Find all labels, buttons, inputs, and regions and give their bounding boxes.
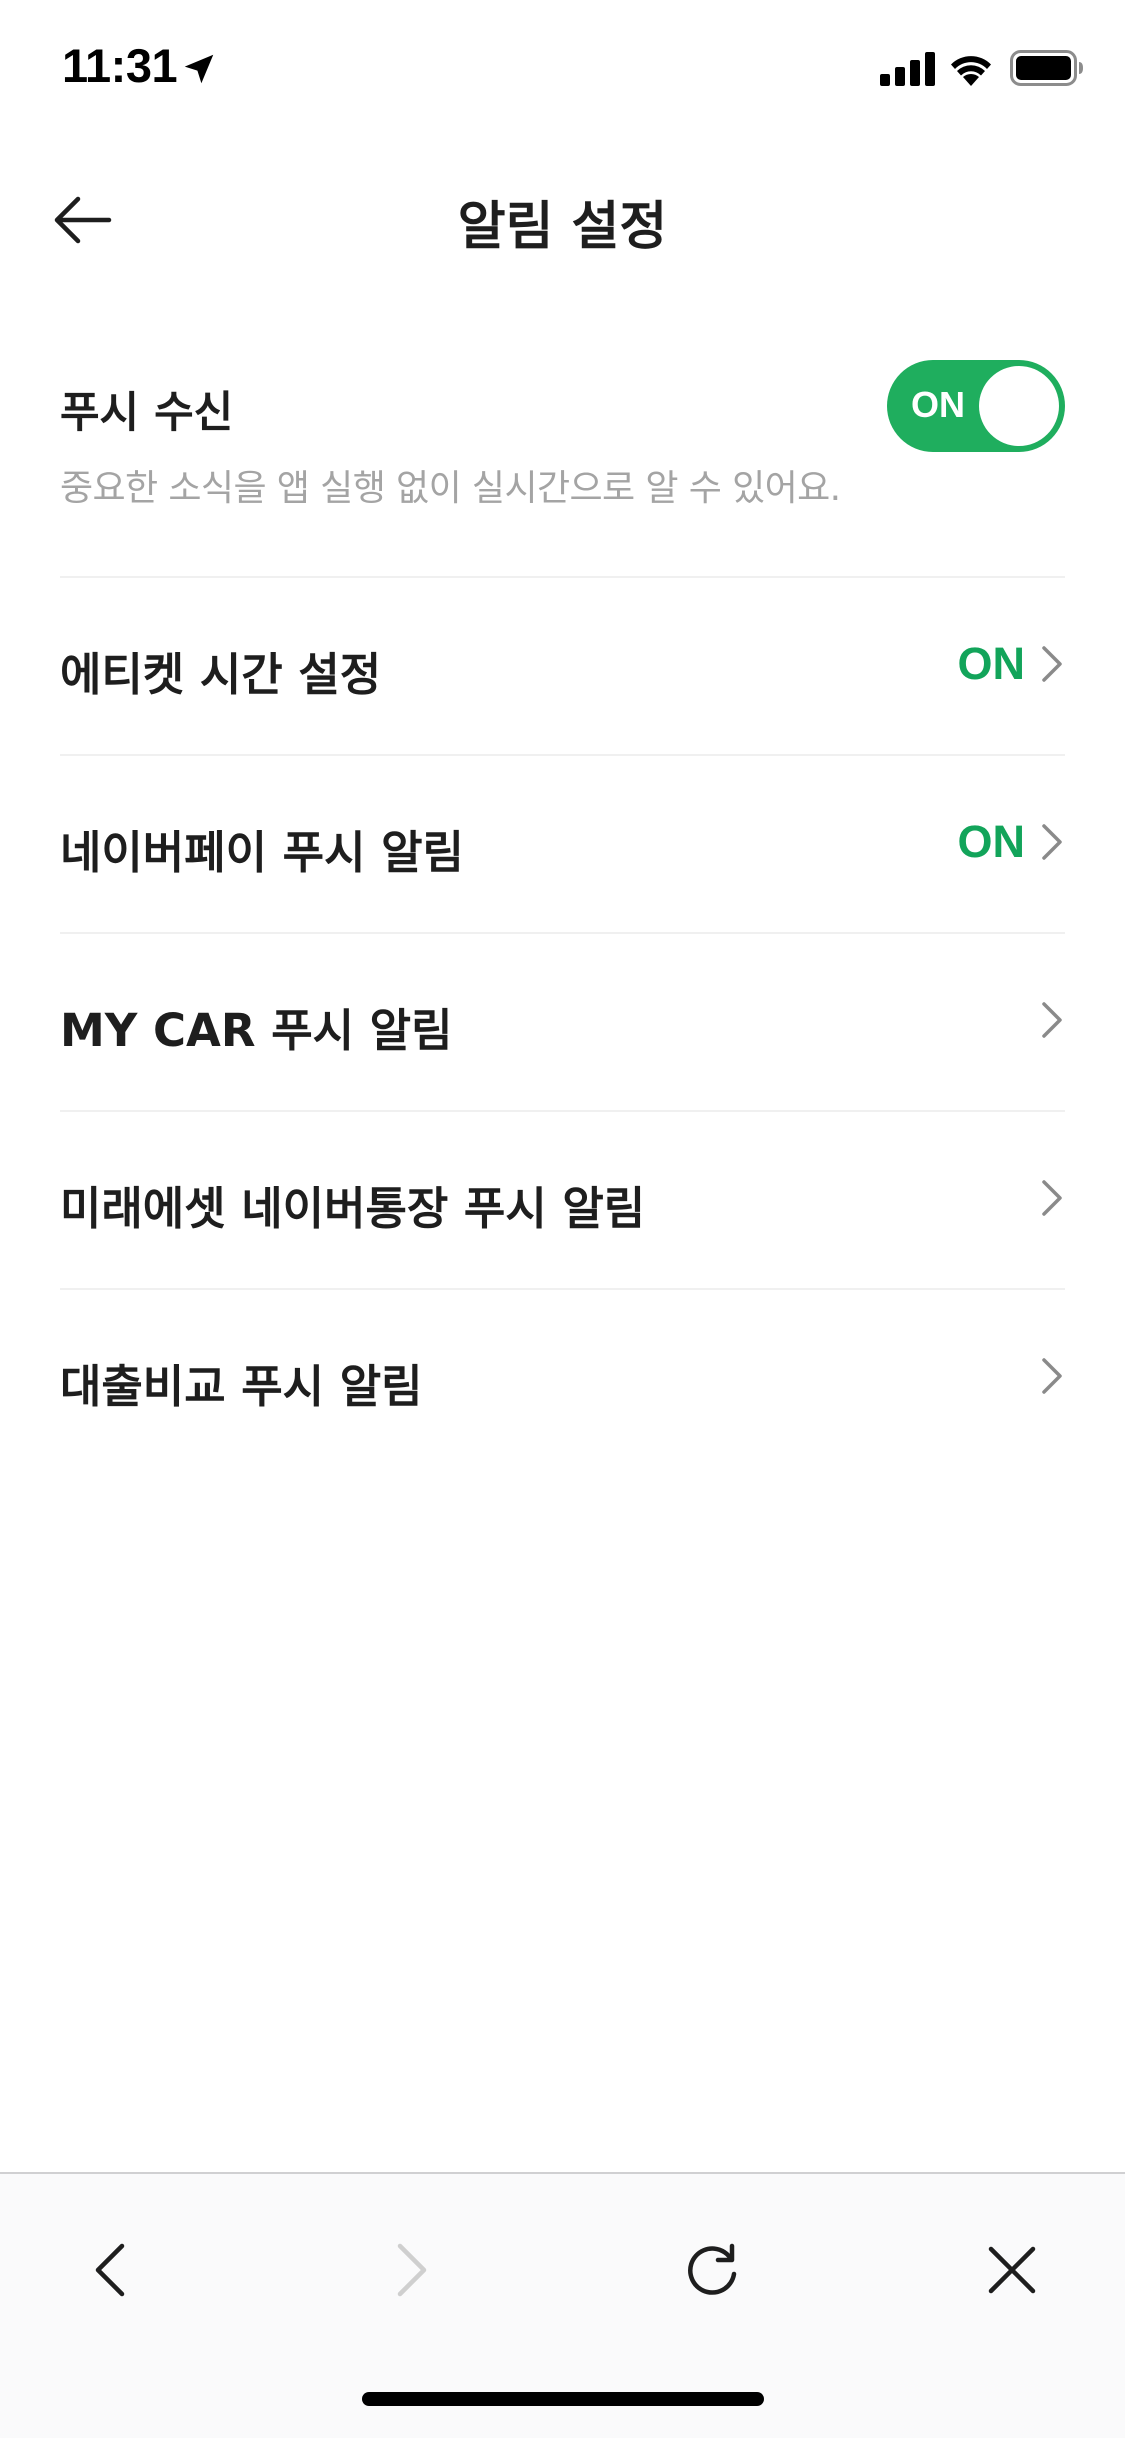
chevron-right-icon: [397, 2243, 427, 2297]
browser-back-button[interactable]: [60, 2220, 160, 2320]
menu-item-status: ON: [957, 638, 1026, 689]
page-title: 알림 설정: [457, 197, 668, 257]
home-indicator: [362, 2392, 764, 2406]
status-bar: 11:31: [0, 0, 1125, 132]
menu-item-label: 에티켓 시간 설정: [60, 648, 382, 701]
browser-forward-button[interactable]: [362, 2220, 462, 2320]
toggle-label: ON: [911, 384, 965, 425]
chevron-right-icon: [1042, 1002, 1062, 1038]
menu-item-mycar-push[interactable]: MY CAR 푸시 알림: [60, 932, 1065, 1110]
browser-refresh-button[interactable]: [662, 2220, 762, 2320]
chevron-right-icon: [1042, 824, 1062, 860]
chevron-left-icon: [95, 2243, 125, 2297]
signal-icon: [880, 52, 935, 86]
status-time: 11:31: [62, 39, 178, 92]
menu-item-label: 네이버페이 푸시 알림: [60, 826, 464, 879]
chevron-right-icon: [1042, 1358, 1062, 1394]
menu-item-status: ON: [957, 816, 1026, 867]
push-receive-section: 푸시 수신 중요한 소식을 앱 실행 없이 실시간으로 알 수 있어요. ON: [60, 352, 1065, 576]
battery-icon: [1010, 50, 1083, 86]
menu-item-miraeasset-account-push[interactable]: 미래에셋 네이버통장 푸시 알림: [60, 1110, 1065, 1288]
menu-item-etiquette-time[interactable]: 에티켓 시간 설정 ON: [60, 576, 1065, 754]
push-receive-toggle[interactable]: ON: [887, 360, 1065, 452]
push-receive-title: 푸시 수신: [60, 388, 234, 438]
menu-item-label: 대출비교 푸시 알림: [60, 1360, 423, 1413]
menu-item-naverpay-push[interactable]: 네이버페이 푸시 알림 ON: [60, 754, 1065, 932]
notification-menu-list: 에티켓 시간 설정 ON 네이버페이 푸시 알림 ON MY CAR 푸시 알림…: [60, 576, 1065, 1466]
menu-item-loan-compare-push[interactable]: 대출비교 푸시 알림: [60, 1288, 1065, 1466]
wifi-icon: [951, 56, 991, 86]
refresh-icon: [688, 2243, 737, 2295]
browser-toolbar: [0, 2172, 1125, 2438]
push-receive-description: 중요한 소식을 앱 실행 없이 실시간으로 알 수 있어요.: [60, 468, 841, 509]
menu-item-label: 미래에셋 네이버통장 푸시 알림: [60, 1182, 646, 1235]
nav-header: 알림 설정: [0, 132, 1125, 302]
chevron-right-icon: [1042, 646, 1062, 682]
location-arrow-icon: [184, 54, 214, 84]
chevron-right-icon: [1042, 1180, 1062, 1216]
toggle-knob: [979, 366, 1059, 446]
browser-close-button[interactable]: [962, 2220, 1062, 2320]
close-icon: [988, 2246, 1036, 2294]
menu-item-label: MY CAR 푸시 알림: [60, 1004, 453, 1057]
